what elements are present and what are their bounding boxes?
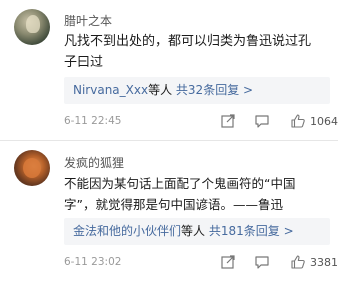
share-icon[interactable] — [220, 254, 236, 270]
comment-username[interactable]: 腊叶之本 — [64, 12, 112, 29]
comment-text: 凡找不到出处的，都可以归类为鲁迅说过孔 子曰过 — [64, 34, 312, 70]
comment-text: 不能因为某句话上面配了个鬼画符的“中国 字”，就觉得那是句中国谚语。——鲁迅 — [64, 176, 296, 212]
comment-icon[interactable] — [254, 113, 270, 129]
thumbs-up-icon[interactable] — [290, 254, 306, 270]
comment-meta: 6-11 22:45 1064 — [64, 112, 338, 132]
reply-count[interactable]: 共181条回复 > — [209, 224, 294, 238]
like-count: 1064 — [310, 115, 338, 128]
comment-item: 腊叶之本 凡找不到出处的，都可以归类为鲁迅说过孔 子曰过 Nirvana_Xxx… — [0, 0, 338, 140]
reply-users[interactable]: Nirvana_Xxx — [73, 83, 148, 97]
thumbs-up-icon[interactable] — [290, 113, 306, 129]
comment-icon[interactable] — [254, 254, 270, 270]
share-icon[interactable] — [220, 113, 236, 129]
comment-meta: 6-11 23:02 3381 — [64, 253, 338, 273]
comment-time: 6-11 22:45 — [64, 115, 122, 127]
reply-preview[interactable]: 金法和他的小伙伴们等人 共181条回复 > — [64, 218, 330, 245]
reply-middle: 等人 — [148, 83, 176, 97]
reply-users[interactable]: 金法和他的小伙伴们 — [73, 224, 181, 238]
reply-preview[interactable]: Nirvana_Xxx等人 共32条回复 > — [64, 77, 330, 104]
reply-count[interactable]: 共32条回复 > — [176, 83, 253, 97]
like-count: 3381 — [310, 256, 338, 269]
reply-middle: 等人 — [181, 224, 209, 238]
comment-item: 发疯的狐狸 不能因为某句话上面配了个鬼画符的“中国 字”，就觉得那是句中国谚语。… — [0, 140, 338, 281]
avatar[interactable] — [14, 9, 50, 45]
comment-time: 6-11 23:02 — [64, 256, 122, 268]
avatar[interactable] — [14, 150, 50, 186]
comment-username[interactable]: 发疯的狐狸 — [64, 154, 124, 171]
